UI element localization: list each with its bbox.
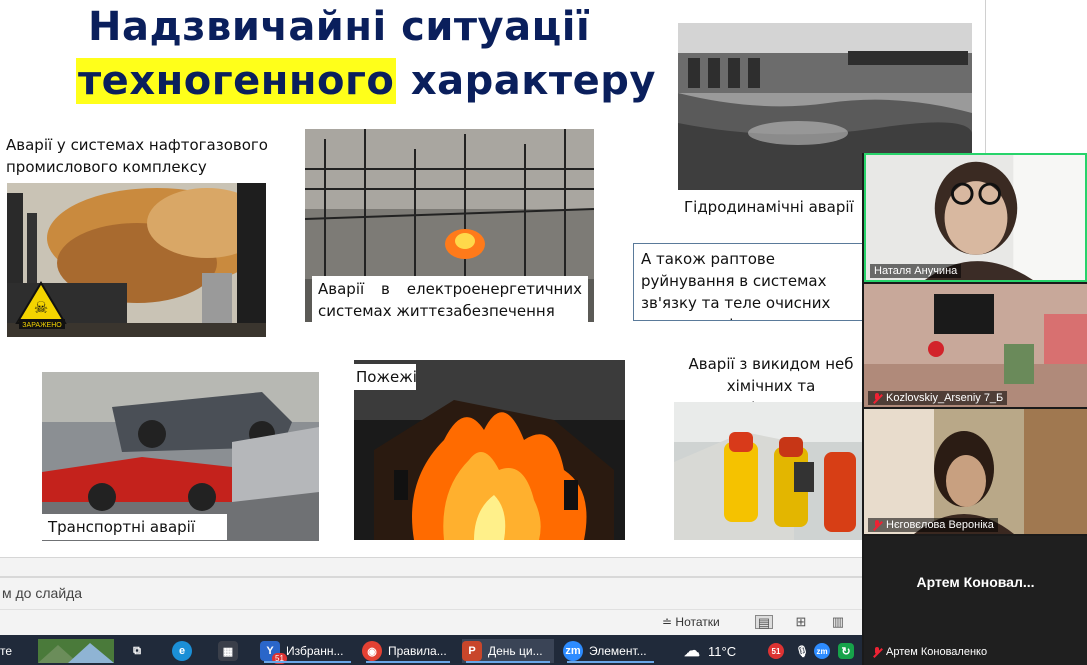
task-view-icon: ⧉ bbox=[133, 644, 141, 657]
notes-placeholder: м до слайда bbox=[2, 585, 83, 601]
powerpoint-icon: P bbox=[462, 641, 482, 661]
hazard-sign-text: ЗАРАЖЕНО bbox=[22, 322, 62, 329]
slide-title-line2: техногенного характеру bbox=[76, 58, 656, 104]
weather-widget[interactable]: ☁ 11°C bbox=[682, 639, 736, 663]
edge-icon: e bbox=[172, 641, 192, 661]
taskbar-edge[interactable]: e bbox=[172, 639, 198, 663]
tray-app[interactable]: ↻ bbox=[838, 639, 860, 663]
task-view-button[interactable]: ⧉ bbox=[127, 639, 153, 663]
notes-icon: ≐ bbox=[662, 615, 673, 629]
tray-badge-icon: 51 bbox=[768, 643, 784, 659]
caption-oil-gas: Аварії у системах нафтогазового промисло… bbox=[6, 136, 268, 176]
notes-pane[interactable]: м до слайда bbox=[0, 557, 862, 609]
tray-app-icon: ↻ bbox=[838, 643, 854, 659]
zoom-participants-panel: Наталя Анучина Kozlovskiy_Arseniy 7_Б Нє… bbox=[862, 153, 1087, 665]
caption-transport: Транспортні аварії bbox=[42, 514, 227, 540]
participant-tile[interactable]: Наталя Анучина bbox=[864, 153, 1087, 282]
taskbar-item-favorites[interactable]: Y 51 Избранн... bbox=[260, 639, 355, 664]
chrome-icon: ◉ bbox=[362, 641, 382, 661]
caption-hydro: Гідродинамічні аварії bbox=[684, 198, 854, 216]
video-feed-negovelova bbox=[864, 409, 1087, 534]
photo-oil-gas: ☠ ЗАРАЖЕНО bbox=[7, 183, 266, 337]
video-feed-natalia bbox=[866, 155, 1085, 280]
notes-toggle-button[interactable]: ≐ Нотатки bbox=[662, 615, 720, 629]
tray-zoom[interactable]: zm bbox=[814, 639, 836, 663]
slide-sorter-icon[interactable]: ⊞ bbox=[792, 615, 810, 629]
taskbar-item-powerpoint[interactable]: P День ци... bbox=[462, 639, 554, 663]
title-highlight: техногенного bbox=[76, 58, 397, 104]
taskbar-item-zoom[interactable]: zm Элемент... bbox=[563, 639, 658, 663]
landscape-widget-icon bbox=[38, 639, 114, 663]
slide-title-line1: Надзвичайні ситуації bbox=[88, 4, 591, 50]
mic-muted-icon bbox=[872, 646, 882, 658]
caption-also: А також раптове руйнування в системах зв… bbox=[633, 243, 873, 321]
caption-fires: Пожежі bbox=[350, 364, 417, 390]
participant-tile[interactable]: Kozlovskiy_Arseniy 7_Б bbox=[864, 284, 1087, 407]
taskbar-item-partial[interactable]: те bbox=[0, 639, 12, 663]
mic-muted-icon bbox=[872, 392, 882, 404]
cloud-icon: ☁ bbox=[684, 643, 700, 660]
status-bar: ≐ Нотатки ▤ ⊞ ▥ bbox=[0, 609, 862, 635]
calculator-icon: ▦ bbox=[218, 641, 238, 661]
participant-display-name: Артем Коновал... bbox=[916, 574, 1035, 590]
svg-text:☠: ☠ bbox=[34, 300, 48, 317]
participant-tile[interactable]: Нєговєлова Вероніка bbox=[864, 409, 1087, 534]
tray-notifications[interactable]: 51 bbox=[768, 639, 790, 663]
slide-pane-margin bbox=[985, 0, 1087, 155]
participant-name-label: Наталя Анучина bbox=[870, 264, 962, 278]
taskbar-calculator[interactable]: ▦ bbox=[218, 639, 244, 663]
taskbar-widget-landscape[interactable] bbox=[38, 639, 114, 663]
zoom-tray-icon: zm bbox=[814, 643, 830, 659]
zoom-app-icon: zm bbox=[563, 641, 583, 661]
taskbar-item-chrome[interactable]: ◉ Правила... bbox=[362, 639, 454, 663]
slide-canvas[interactable]: Надзвичайні ситуації техногенного характ… bbox=[0, 0, 985, 557]
notes-label: Нотатки bbox=[675, 615, 720, 629]
participant-name-label: Артем Коноваленко bbox=[868, 645, 991, 659]
reading-view-icon[interactable]: ▥ bbox=[829, 615, 847, 629]
mic-muted-icon bbox=[872, 519, 882, 531]
normal-view-icon[interactable]: ▤ bbox=[755, 615, 773, 630]
title-rest: характеру bbox=[396, 58, 656, 104]
caption-power: Аварії в електроенергетичних системах жи… bbox=[312, 276, 588, 324]
photo-chemical bbox=[674, 402, 864, 540]
participant-name-label: Kozlovskiy_Arseniy 7_Б bbox=[868, 391, 1008, 405]
video-feed-kozlovskiy bbox=[864, 284, 1087, 407]
microphone-icon: 🎙 bbox=[795, 645, 809, 658]
participant-tile[interactable]: Артем Коновал... Артем Коноваленко bbox=[864, 536, 1087, 665]
horizontal-scrollbar[interactable] bbox=[0, 576, 862, 578]
participant-name-label: Нєговєлова Вероніка bbox=[868, 518, 998, 532]
